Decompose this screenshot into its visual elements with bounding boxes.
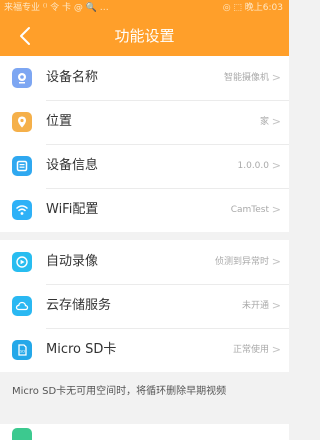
row-label: Micro SD卡: [46, 342, 117, 357]
status-right: ◎ ⬚ 晚上6:03: [222, 3, 283, 13]
row-label: 位置: [46, 114, 73, 129]
cloud-icon: [12, 296, 32, 316]
row-cloud-storage[interactable]: 云存储服务 未开通 >: [0, 284, 289, 328]
row-sd-card[interactable]: SD Micro SD卡 正常使用 >: [0, 328, 289, 372]
wifi-icon: [12, 200, 32, 220]
title-bar: 功能设置: [0, 16, 289, 56]
device-info-icon: [12, 156, 32, 176]
row-value: 家: [259, 117, 269, 127]
row-label: 设备信息: [46, 158, 99, 173]
chevron-right-icon: >: [271, 255, 281, 268]
camera-icon: [12, 68, 32, 88]
chevron-right-icon: >: [271, 159, 281, 172]
row-auto-record[interactable]: 自动录像 侦测到异常时 >: [0, 240, 289, 284]
partial-green-icon: [12, 428, 32, 440]
record-icon: [12, 252, 32, 272]
chevron-right-icon: >: [271, 299, 281, 312]
sd-card-note: Micro SD卡无可用空间时，将循环删除早期视频: [0, 372, 289, 412]
row-device-name[interactable]: 设备名称 智能摄像机 >: [0, 56, 289, 100]
row-label: 云存储服务: [46, 298, 112, 313]
row-device-info[interactable]: 设备信息 1.0.0.0 >: [0, 144, 289, 188]
row-value: 正常使用: [232, 345, 269, 355]
row-value: 未开通: [241, 301, 269, 311]
settings-group-basic: 设备名称 智能摄像机 > 位置 家 > 设备信息 1.0.0.0 > WiFi配…: [0, 56, 289, 232]
row-value: 智能摄像机: [223, 73, 269, 83]
top-bar: 来福专业 ⁽⁾ 令 卡 @ 🔍 … ◎ ⬚ 晚上6:03 功能设置: [0, 0, 289, 56]
row-value: 侦测到异常时: [214, 257, 269, 267]
chevron-right-icon: >: [271, 115, 281, 128]
row-label: 设备名称: [46, 70, 99, 85]
row-location[interactable]: 位置 家 >: [0, 100, 289, 144]
row-wifi-config[interactable]: WiFi配置 CamTest >: [0, 188, 289, 232]
chevron-right-icon: >: [271, 343, 281, 356]
row-value: CamTest: [230, 205, 269, 215]
status-bar: 来福专业 ⁽⁾ 令 卡 @ 🔍 … ◎ ⬚ 晚上6:03: [0, 0, 289, 16]
row-label: 自动录像: [46, 254, 99, 269]
row-label: WiFi配置: [46, 202, 99, 217]
page-title: 功能设置: [114, 27, 175, 45]
sd-card-icon: SD: [12, 340, 32, 360]
svg-text:SD: SD: [20, 349, 25, 353]
settings-group-storage: 自动录像 侦测到异常时 > 云存储服务 未开通 > SD Micro SD卡 正…: [0, 240, 289, 372]
chevron-right-icon: >: [271, 203, 281, 216]
row-value: 1.0.0.0: [237, 161, 270, 171]
status-left: 来福专业 ⁽⁾ 令 卡 @ 🔍 …: [4, 3, 109, 13]
next-row-peek: [0, 424, 289, 440]
chevron-right-icon: >: [271, 71, 281, 84]
location-pin-icon: [12, 112, 32, 132]
